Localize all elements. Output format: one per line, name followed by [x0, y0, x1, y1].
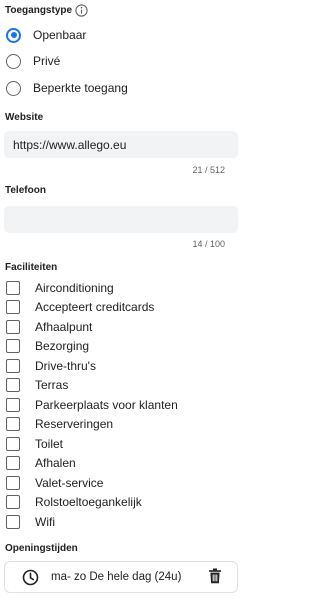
facility-takeaway[interactable]: Afhalen	[6, 454, 236, 472]
website-char-counter: 21 / 512	[192, 165, 225, 175]
facilities-title: Faciliteiten	[5, 262, 58, 273]
checkbox[interactable]	[6, 398, 20, 412]
facility-wifi[interactable]: Wifi	[6, 513, 236, 531]
facility-label: Wifi	[35, 515, 55, 529]
clock-icon	[22, 569, 39, 586]
facility-label: Valet-service	[35, 476, 104, 490]
access-option-private[interactable]: Privé	[6, 51, 236, 71]
opening-hours-title: Openingstijden	[5, 543, 78, 554]
facility-reservations[interactable]: Reserveringen	[6, 415, 236, 433]
access-option-label: Openbaar	[33, 28, 87, 42]
facility-label: Toilet	[35, 437, 64, 451]
facility-label: Parkeerplaats voor klanten	[35, 398, 178, 412]
website-title: Website	[5, 112, 44, 123]
facility-pickup-point[interactable]: Afhaalpunt	[6, 318, 236, 336]
checkbox[interactable]	[6, 359, 20, 373]
phone-input[interactable]	[4, 206, 238, 233]
facility-creditcards[interactable]: Accepteert creditcards	[6, 298, 236, 316]
facility-label: Reserveringen	[35, 417, 114, 431]
access-option-label: Beperkte toegang	[33, 81, 128, 95]
facility-delivery[interactable]: Bezorging	[6, 337, 236, 355]
phone-char-counter: 14 / 100	[192, 239, 225, 249]
opening-hours-entry[interactable]: ma- zo De hele dag (24u)	[4, 561, 238, 593]
checkbox[interactable]	[6, 339, 20, 353]
radio-unselected[interactable]	[6, 53, 21, 69]
facility-wheelchair-accessible[interactable]: Rolstoeltoegankelijk	[6, 493, 236, 511]
checkbox[interactable]	[6, 495, 20, 509]
radio-selected[interactable]	[6, 27, 21, 43]
checkbox[interactable]	[6, 378, 20, 392]
checkbox[interactable]	[6, 437, 20, 451]
info-icon[interactable]	[75, 4, 88, 17]
checkbox[interactable]	[6, 320, 20, 334]
checkbox[interactable]	[6, 515, 20, 529]
opening-hours-text: ma- zo De hele dag (24u)	[51, 571, 182, 583]
facility-label: Afhalen	[35, 456, 76, 470]
access-option-label: Privé	[33, 54, 61, 68]
checkbox[interactable]	[6, 300, 20, 314]
phone-title: Telefoon	[5, 185, 46, 196]
access-option-restricted[interactable]: Beperkte toegang	[6, 78, 236, 98]
facility-label: Afhaalpunt	[35, 320, 93, 334]
checkbox[interactable]	[6, 456, 20, 470]
facility-valet-service[interactable]: Valet-service	[6, 474, 236, 492]
facility-label: Rolstoeltoegankelijk	[35, 495, 142, 509]
access-type-title: Toegangstype	[5, 5, 73, 16]
facility-terrace[interactable]: Terras	[6, 376, 236, 394]
checkbox[interactable]	[6, 281, 20, 295]
checkbox[interactable]	[6, 417, 20, 431]
facility-label: Terras	[35, 378, 69, 392]
facility-label: Airconditioning	[35, 281, 114, 295]
facility-toilet[interactable]: Toilet	[6, 435, 236, 453]
facility-customer-parking[interactable]: Parkeerplaats voor klanten	[6, 396, 236, 414]
radio-unselected[interactable]	[6, 80, 21, 96]
facility-label: Bezorging	[35, 339, 90, 353]
facility-drive-thru[interactable]: Drive-thru's	[6, 357, 236, 375]
facility-label: Drive-thru's	[35, 359, 96, 373]
facility-airconditioning[interactable]: Airconditioning	[6, 279, 236, 297]
trash-icon[interactable]	[208, 568, 222, 584]
checkbox[interactable]	[6, 476, 20, 490]
facility-label: Accepteert creditcards	[35, 300, 155, 314]
website-input[interactable]: https://www.allego.eu	[4, 131, 238, 158]
access-option-public[interactable]: Openbaar	[6, 25, 236, 45]
